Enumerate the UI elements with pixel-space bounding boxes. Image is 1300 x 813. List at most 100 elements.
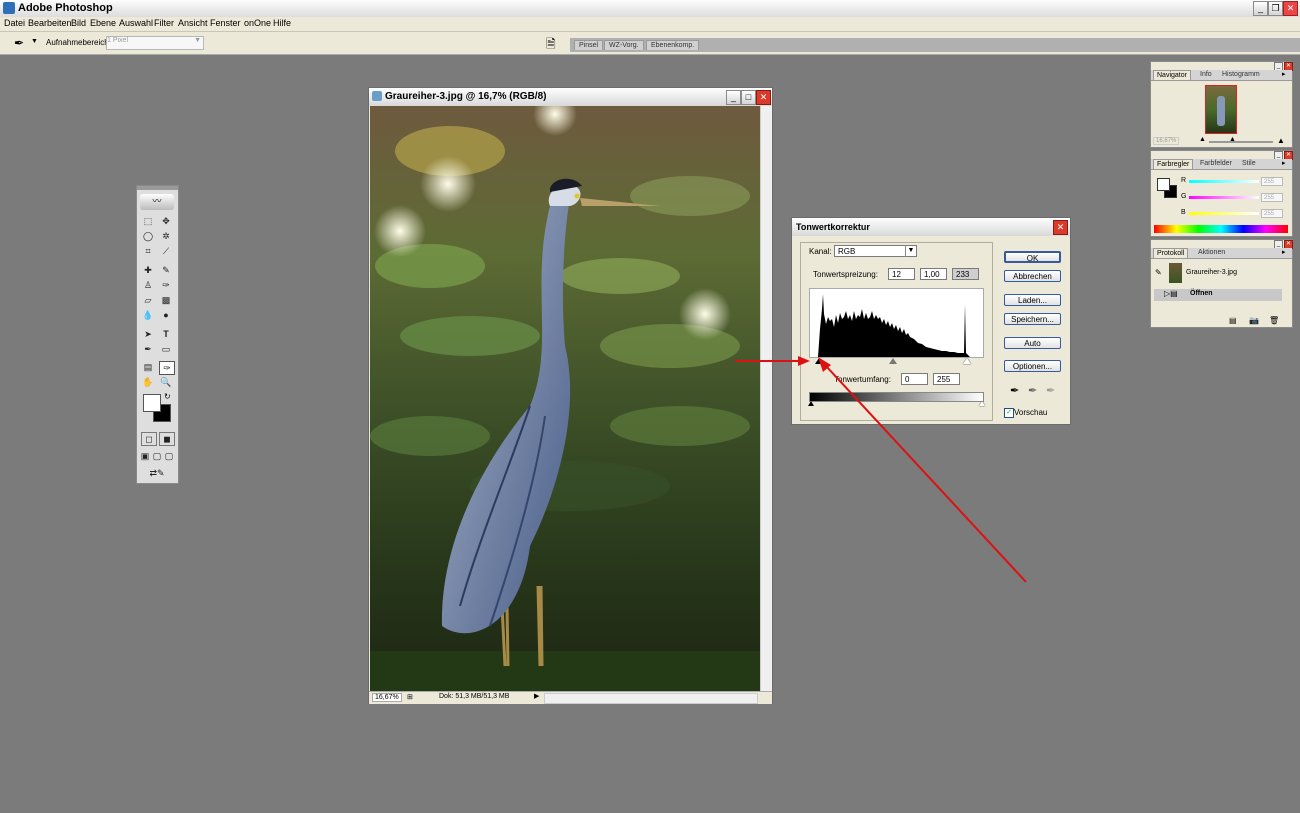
stamp-tool-icon[interactable]: ♙: [141, 279, 155, 291]
gradient-tool-icon[interactable]: ▩: [159, 294, 173, 306]
screen-mode-full-icon[interactable]: ▢: [164, 450, 174, 462]
history-brush-source-icon[interactable]: ✎: [1155, 268, 1162, 277]
tab-navigator[interactable]: Navigator: [1153, 70, 1191, 80]
menu-bearbeiten[interactable]: Bearbeiten: [28, 18, 72, 28]
black-eyedropper-icon[interactable]: ✒: [1010, 384, 1019, 397]
menu-onone[interactable]: onOne: [244, 18, 271, 28]
color-foreground-swatch[interactable]: [1157, 178, 1170, 191]
tab-farbfelder[interactable]: Farbfelder: [1197, 159, 1235, 168]
document-horizontal-scrollbar[interactable]: [544, 693, 758, 704]
status-info-icon[interactable]: ⊞: [407, 693, 413, 701]
options-button[interactable]: Optionen...: [1004, 360, 1061, 372]
tab-protokoll[interactable]: Protokoll: [1153, 248, 1189, 258]
toolbox-grip[interactable]: [137, 186, 178, 190]
levels-close-icon[interactable]: ✕: [1053, 220, 1068, 235]
menu-auswahl[interactable]: Auswahl: [119, 18, 153, 28]
snapshot-name[interactable]: Graureiher-3.jpg: [1186, 269, 1237, 276]
navigator-zoom-out-icon[interactable]: ▲: [1199, 136, 1206, 143]
output-white-slider-icon[interactable]: [979, 401, 985, 406]
close-icon[interactable]: ✕: [1283, 1, 1298, 16]
input-gamma-slider-icon[interactable]: [889, 358, 897, 364]
menu-bild[interactable]: Bild: [71, 18, 86, 28]
file-browser-icon[interactable]: 🗎: [546, 35, 556, 56]
maximize-icon[interactable]: ❐: [1268, 1, 1283, 16]
magic-wand-icon[interactable]: ✲: [159, 230, 173, 242]
menu-filter[interactable]: Filter: [154, 18, 174, 28]
preview-checkbox[interactable]: ✓: [1004, 408, 1014, 418]
navigator-thumbnail[interactable]: [1205, 85, 1237, 134]
save-button[interactable]: Speichern...: [1004, 313, 1061, 325]
crop-tool-icon[interactable]: ⌗: [141, 245, 155, 257]
navigator-zoom-slider[interactable]: [1209, 141, 1273, 143]
document-title-bar[interactable]: Graureiher-3.jpg @ 16,7% (RGB/8) _ □ ✕: [369, 88, 772, 106]
input-black-field[interactable]: 12: [888, 268, 915, 280]
zoom-tool-icon[interactable]: 🔍: [159, 376, 173, 388]
tab-farbregler[interactable]: Farbregler: [1153, 159, 1194, 169]
path-selection-icon[interactable]: ➤: [141, 328, 155, 340]
tab-info[interactable]: Info: [1197, 70, 1215, 79]
well-tab-wz-vorg[interactable]: WZ-Vorg.: [604, 40, 644, 50]
doc-maximize-icon[interactable]: □: [741, 90, 756, 105]
white-eyedropper-icon[interactable]: ✒: [1046, 384, 1055, 397]
well-tab-pinsel[interactable]: Pinsel: [574, 40, 604, 50]
color-spectrum-bar[interactable]: [1154, 225, 1288, 233]
eyedropper-tool-active-icon[interactable]: ✑: [159, 361, 175, 375]
blur-tool-icon[interactable]: 💧: [141, 309, 155, 321]
zoom-field[interactable]: 16,67%: [372, 693, 402, 702]
cancel-button[interactable]: Abbrechen: [1004, 270, 1061, 282]
heron-photo[interactable]: [370, 106, 760, 691]
healing-brush-icon[interactable]: ✚: [141, 264, 155, 276]
snapshot-thumbnail[interactable]: [1169, 263, 1182, 283]
tab-histogramm[interactable]: Histogramm: [1219, 70, 1263, 79]
ok-button[interactable]: OK: [1004, 251, 1061, 263]
pen-tool-icon[interactable]: ✒: [141, 343, 155, 355]
auto-button[interactable]: Auto: [1004, 337, 1061, 349]
menu-ebene[interactable]: Ebene: [90, 18, 116, 28]
navigator-zoom-field[interactable]: 16,67%: [1153, 137, 1180, 145]
screen-mode-standard-icon[interactable]: ▣: [140, 450, 150, 462]
levels-dialog-title-bar[interactable]: Tonwertkorrektur ✕: [792, 218, 1070, 236]
status-menu-arrow-icon[interactable]: ▶: [534, 692, 539, 700]
jump-to-imageready-icon[interactable]: ⇄✎: [143, 467, 171, 479]
well-tab-ebenenkomp[interactable]: Ebenenkomp.: [646, 40, 700, 50]
new-document-from-state-icon[interactable]: ▤: [1229, 316, 1237, 325]
new-snapshot-icon[interactable]: 📷: [1249, 316, 1259, 325]
eyedropper-tool-icon[interactable]: ✒: [14, 36, 24, 50]
document-vertical-scrollbar[interactable]: [760, 106, 772, 691]
swap-colors-icon[interactable]: ↻: [164, 392, 171, 401]
input-gamma-field[interactable]: 1,00: [920, 268, 947, 280]
tab-aktionen[interactable]: Aktionen: [1195, 248, 1228, 257]
output-black-field[interactable]: 0: [901, 373, 928, 385]
delete-state-icon[interactable]: 🗑: [1269, 316, 1279, 325]
tab-stile[interactable]: Stile: [1239, 159, 1259, 168]
dodge-tool-icon[interactable]: ●: [159, 309, 173, 321]
feather-logo-icon[interactable]: 〰: [140, 194, 174, 210]
b-slider[interactable]: [1189, 212, 1259, 215]
doc-minimize-icon[interactable]: _: [726, 90, 741, 105]
menu-fenster[interactable]: Fenster: [210, 18, 241, 28]
foreground-color-swatch[interactable]: [143, 394, 161, 412]
g-value[interactable]: 255: [1261, 193, 1283, 202]
color-menu-icon[interactable]: ▸: [1282, 159, 1286, 167]
g-slider[interactable]: [1189, 196, 1259, 199]
navigator-menu-icon[interactable]: ▸: [1282, 70, 1286, 78]
menu-datei[interactable]: Datei: [4, 18, 25, 28]
lasso-tool-icon[interactable]: ◯: [141, 230, 155, 242]
marquee-tool-icon[interactable]: ⬚: [141, 215, 155, 227]
input-white-slider-icon[interactable]: [963, 358, 971, 364]
output-white-field[interactable]: 255: [933, 373, 960, 385]
navigator-zoom-in-icon[interactable]: ▲: [1277, 136, 1285, 145]
shape-tool-icon[interactable]: ▭: [159, 343, 173, 355]
input-black-slider-icon[interactable]: [815, 358, 823, 364]
doc-close-icon[interactable]: ✕: [756, 90, 771, 105]
history-brush-icon[interactable]: ✑: [159, 279, 173, 291]
history-step-row[interactable]: ▷▤ Öffnen: [1154, 289, 1282, 301]
output-black-slider-icon[interactable]: [808, 401, 814, 406]
move-tool-icon[interactable]: ✥: [159, 215, 173, 227]
menu-hilfe[interactable]: Hilfe: [273, 18, 291, 28]
channel-select[interactable]: RGB ▼: [834, 245, 917, 257]
b-value[interactable]: 255: [1261, 209, 1283, 218]
r-value[interactable]: 255: [1261, 177, 1283, 186]
r-slider[interactable]: [1189, 180, 1259, 183]
type-tool-icon[interactable]: T: [159, 328, 173, 340]
